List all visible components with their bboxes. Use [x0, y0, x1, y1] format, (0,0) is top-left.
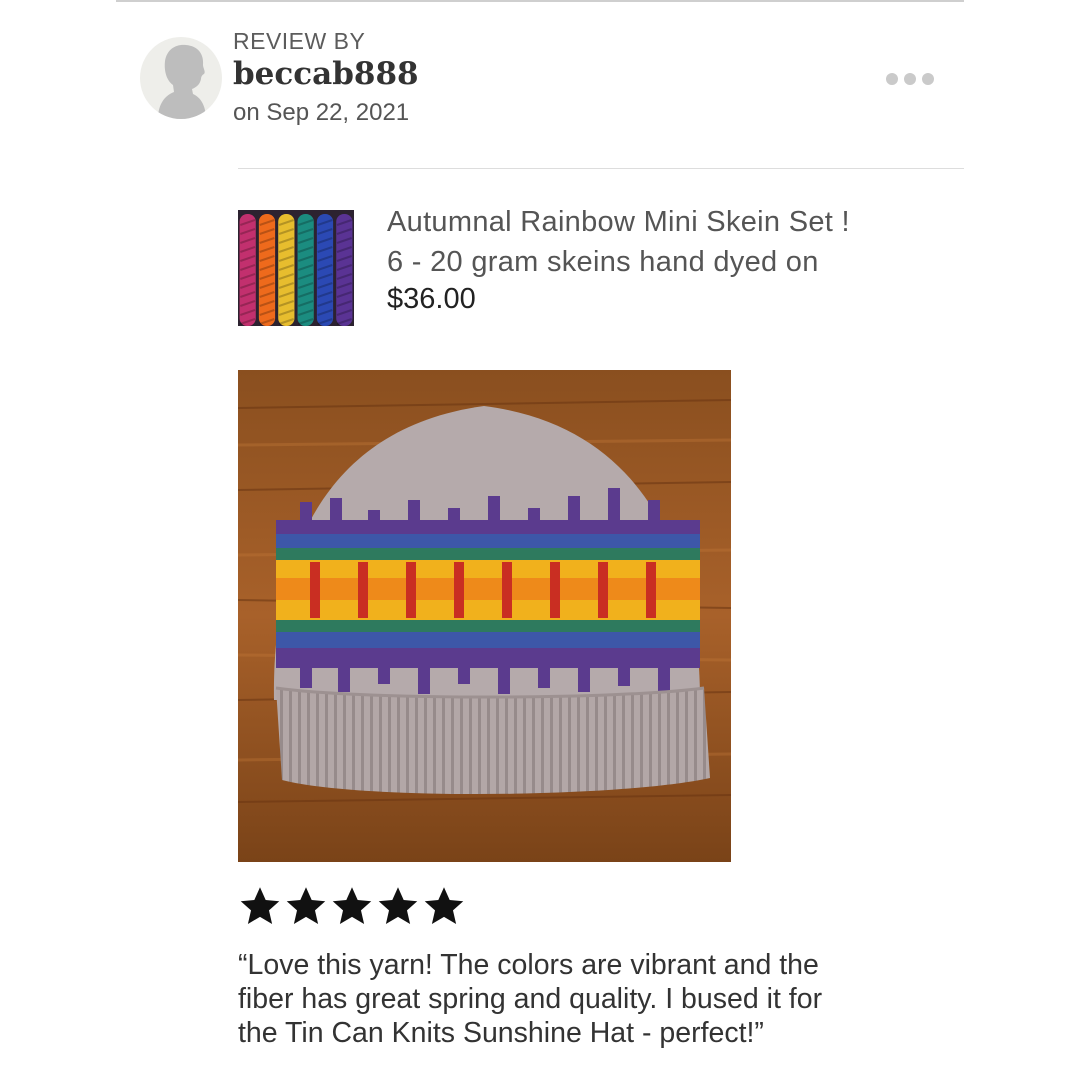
- review-photo[interactable]: [238, 370, 731, 862]
- top-divider: [116, 0, 964, 2]
- star-rating: [238, 884, 466, 928]
- product-title-line: Autumnal Rainbow Mini Skein Set !: [387, 206, 850, 238]
- section-divider: [238, 168, 964, 169]
- product-price: $36.00: [387, 283, 476, 315]
- avatar-silhouette-icon: [158, 44, 206, 119]
- star-icon: [424, 887, 464, 924]
- review-text-line: fiber has great spring and quality. I bu…: [238, 983, 823, 1015]
- star-icon: [378, 887, 418, 924]
- star-icon: [240, 887, 280, 924]
- review-text: “Love this yarn! The colors are vibrant …: [238, 948, 968, 1050]
- knitted-hat-photo: [238, 370, 731, 862]
- avatar[interactable]: [140, 37, 222, 119]
- star-icon: [332, 887, 372, 924]
- review-date: on Sep 22, 2021: [233, 99, 410, 126]
- yarn-skeins-image: [238, 210, 354, 326]
- reviewer-username[interactable]: beccab888: [233, 56, 419, 92]
- product-thumbnail[interactable]: [238, 210, 354, 326]
- more-options-icon: [922, 73, 934, 85]
- product-title-line: 6 - 20 gram skeins hand dyed on: [387, 246, 819, 278]
- star-icon: [286, 887, 326, 924]
- review-text-line: the Tin Can Knits Sunshine Hat - perfect…: [238, 1017, 764, 1049]
- review-text-line: “Love this yarn! The colors are vibrant …: [238, 949, 819, 981]
- more-options-button[interactable]: [880, 66, 940, 92]
- product-title[interactable]: Autumnal Rainbow Mini Skein Set ! 6 - 20…: [387, 202, 947, 282]
- more-options-icon: [886, 73, 898, 85]
- more-options-icon: [904, 73, 916, 85]
- review-by-label: REVIEW BY: [233, 28, 366, 54]
